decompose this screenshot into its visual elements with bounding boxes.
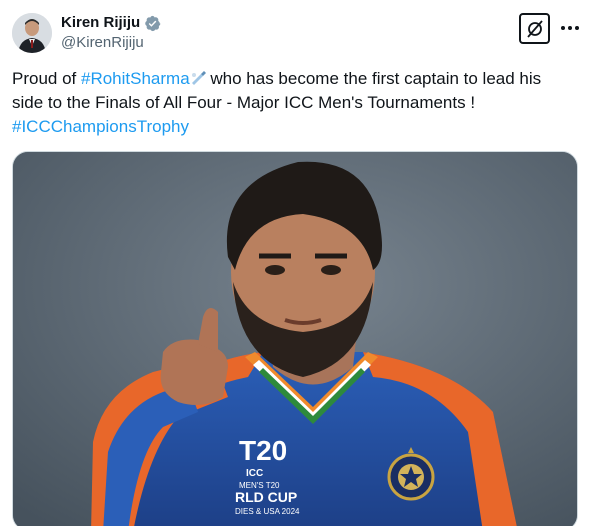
tweet-text: Proud of #RohitSharma who has become the… [12, 67, 582, 139]
author-name[interactable]: Kiren Rijiju [61, 14, 140, 32]
cricket-bat-hashflag-icon [191, 71, 206, 85]
tweet-line-2: side to the Finals of All Four - Major I… [12, 93, 476, 112]
author-name-row: Kiren Rijiju [61, 14, 161, 32]
more-options-icon [561, 26, 579, 30]
hashtag-link-championstrophy[interactable]: #ICCChampionsTrophy [12, 117, 189, 136]
avatar-image [12, 13, 52, 53]
tweet-photo[interactable]: T20 ICC MEN'S T20 RLD CUP DIES & USA 202… [12, 151, 578, 526]
author-handle[interactable]: @KirenRijiju [61, 34, 144, 52]
tweet-header: Kiren Rijiju @KirenRijiju [0, 0, 591, 60]
grok-icon [526, 19, 543, 38]
hashtag-link-rohitsharma[interactable]: #RohitSharma [81, 69, 190, 88]
tweet-text-prefix: Proud of [12, 69, 81, 88]
tweet-line-1: Proud of #RohitSharma who has become the… [12, 67, 582, 91]
photo-cricketer-pointing: T20 ICC MEN'S T20 RLD CUP DIES & USA 202… [13, 152, 577, 526]
logo-text-t20: T20 [239, 435, 287, 466]
logo-text-hosts: DIES & USA 2024 [235, 507, 300, 516]
logo-text-icc: ICC [246, 468, 263, 479]
avatar[interactable] [12, 13, 52, 53]
verified-badge-icon [145, 15, 161, 31]
tweet-line-3: #ICCChampionsTrophy [12, 115, 582, 139]
more-options-button[interactable] [558, 16, 582, 40]
tweet-text-suffix: who has become the first captain to lead… [205, 69, 542, 88]
grok-button[interactable] [519, 13, 550, 44]
logo-text-world-cup: RLD CUP [235, 489, 297, 505]
